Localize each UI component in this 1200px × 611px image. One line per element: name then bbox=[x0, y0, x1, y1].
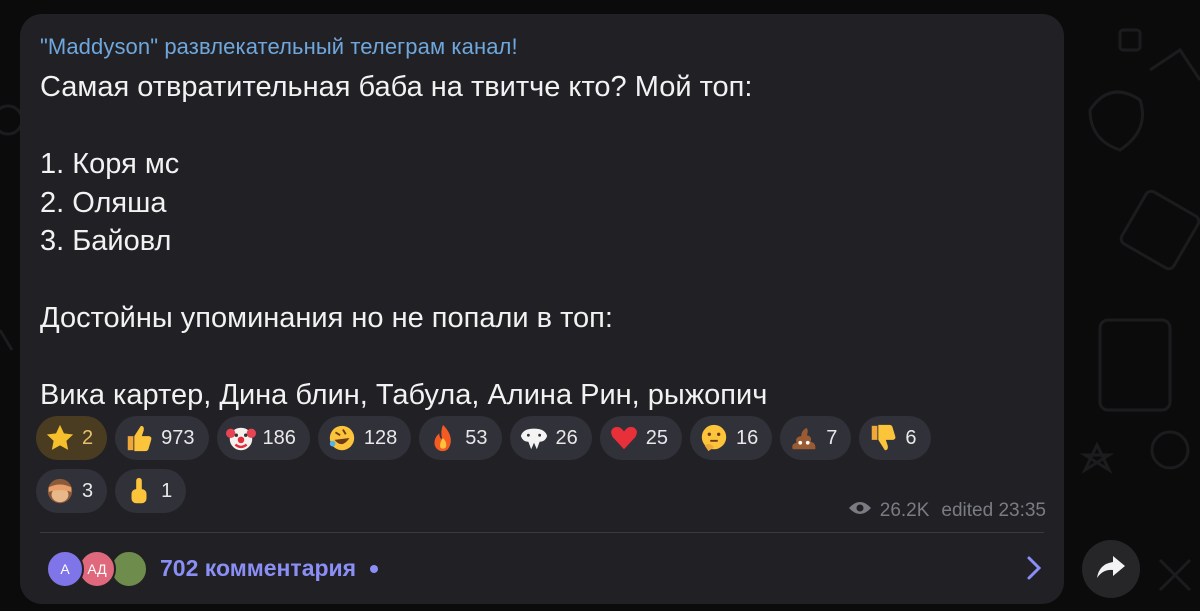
thumbs-up-icon bbox=[123, 422, 155, 454]
unread-dot bbox=[370, 564, 379, 573]
comments-label: 702 комментария bbox=[160, 555, 357, 581]
reaction-count: 186 bbox=[262, 426, 296, 449]
views-count: 26.2K bbox=[879, 500, 930, 521]
chevron-right-icon bbox=[1026, 555, 1042, 586]
reaction-fire[interactable]: 53 bbox=[419, 416, 502, 460]
middle-finger-icon bbox=[123, 475, 155, 507]
thumbs-down-icon bbox=[867, 422, 899, 454]
reaction-heart[interactable]: 25 bbox=[599, 416, 682, 460]
post-text: Самая отвратительная баба на твитче кто?… bbox=[40, 68, 1040, 415]
reaction-thumbs-down[interactable]: 6 bbox=[859, 416, 931, 460]
thinking-icon bbox=[698, 422, 730, 454]
avatar: А bbox=[46, 549, 84, 588]
channel-post-bubble: "Maddyson" развлекательный телеграм кана… bbox=[20, 14, 1064, 604]
reaction-count: 25 bbox=[645, 426, 668, 449]
heart-icon bbox=[608, 422, 640, 454]
reaction-whale[interactable]: 26 bbox=[509, 416, 592, 460]
edited-time: edited 23:35 bbox=[941, 500, 1046, 521]
post-meta: 26.2K edited 23:35 bbox=[848, 500, 1046, 522]
see-no-evil-monkey-icon bbox=[44, 475, 76, 507]
reaction-thinking[interactable]: 16 bbox=[690, 416, 773, 460]
star-icon bbox=[44, 422, 76, 454]
post-line: 1. Коря мс bbox=[40, 148, 180, 180]
reaction-count: 2 bbox=[82, 426, 94, 449]
post-line bbox=[40, 261, 1040, 300]
share-button[interactable] bbox=[1082, 540, 1140, 598]
reaction-count: 3 bbox=[82, 479, 94, 502]
reaction-count: 7 bbox=[826, 426, 838, 449]
clown-icon bbox=[225, 422, 257, 454]
commenter-avatars: А АД bbox=[46, 547, 156, 591]
reaction-thumbs-up[interactable]: 973 bbox=[115, 416, 209, 460]
reaction-count: 973 bbox=[161, 426, 195, 449]
reaction-middle-finger[interactable]: 1 bbox=[115, 469, 187, 513]
post-line: 3. Байовл bbox=[40, 225, 172, 257]
reaction-clown[interactable]: 186 bbox=[216, 416, 310, 460]
post-line bbox=[40, 338, 1040, 377]
reaction-count: 16 bbox=[736, 426, 759, 449]
poop-icon bbox=[788, 422, 820, 454]
reaction-count: 128 bbox=[363, 426, 398, 449]
rofl-icon bbox=[326, 422, 358, 454]
channel-name[interactable]: "Maddyson" развлекательный телеграм кана… bbox=[40, 34, 518, 60]
post-line bbox=[40, 107, 1040, 146]
reaction-count: 1 bbox=[161, 479, 173, 502]
comments-button[interactable]: А АД 702 комментария bbox=[20, 533, 1064, 604]
reaction-see-no-evil[interactable]: 3 bbox=[36, 469, 108, 513]
eye-icon bbox=[848, 500, 872, 522]
reaction-star[interactable]: 2 bbox=[36, 416, 108, 460]
whale-icon bbox=[518, 422, 550, 454]
post-line: Достойны упоминания но не попали в топ: bbox=[40, 302, 613, 334]
reaction-count: 26 bbox=[555, 426, 578, 449]
post-line: Вика картер, Дина блин, Табула, Алина Ри… bbox=[40, 379, 768, 411]
fire-icon bbox=[427, 422, 459, 454]
post-line: 2. Оляша bbox=[40, 186, 167, 219]
reaction-rofl[interactable]: 128 bbox=[317, 416, 412, 460]
post-line: Самая отвратительная баба на твитче кто?… bbox=[40, 71, 753, 103]
share-arrow-icon bbox=[1096, 554, 1126, 585]
reaction-count: 53 bbox=[465, 426, 488, 449]
reaction-count: 6 bbox=[905, 426, 917, 449]
reaction-poop[interactable]: 7 bbox=[780, 416, 852, 460]
